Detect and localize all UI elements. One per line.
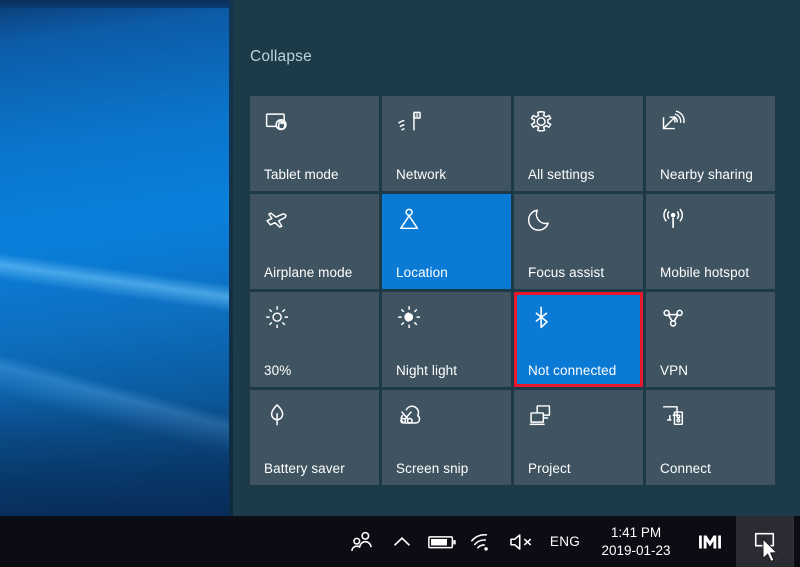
quick-action-tile-tablet-mode[interactable]: Tablet mode: [250, 96, 379, 191]
tile-label: Network: [396, 167, 447, 182]
quick-action-tile-screen-snip[interactable]: Screen snip: [382, 390, 511, 485]
tile-label: Connect: [660, 461, 711, 476]
people-icon[interactable]: [342, 516, 382, 567]
quick-action-tile-mobile-hotspot[interactable]: Mobile hotspot: [646, 194, 775, 289]
quick-action-tile-project[interactable]: Project: [514, 390, 643, 485]
tile-label: Tablet mode: [264, 167, 339, 182]
location-icon: [396, 206, 424, 234]
quick-action-tile-brightness[interactable]: 30%: [250, 292, 379, 387]
moon-icon: [528, 206, 556, 234]
tile-label: Not connected: [528, 363, 617, 378]
quick-action-tile-all-settings[interactable]: All settings: [514, 96, 643, 191]
collapse-button[interactable]: Collapse: [250, 48, 312, 66]
quick-action-tile-vpn[interactable]: VPN: [646, 292, 775, 387]
chevron-up-icon[interactable]: [382, 516, 422, 567]
quick-action-tile-airplane-mode[interactable]: Airplane mode: [250, 194, 379, 289]
quick-action-tile-grid: Tablet mode Network All settings Nearby …: [250, 96, 783, 485]
bluetooth-icon: [528, 304, 556, 332]
screen-snip-icon: [396, 402, 424, 430]
battery-icon[interactable]: [422, 516, 462, 567]
wallpaper-bottom-shade: [0, 396, 233, 516]
action-center-button[interactable]: [736, 516, 793, 567]
tile-label: Location: [396, 265, 448, 280]
tile-label: VPN: [660, 363, 689, 378]
tablet-mode-icon: [264, 108, 292, 136]
clock-date: 2019-01-23: [601, 542, 671, 558]
nearby-sharing-icon: [660, 108, 688, 136]
wallpaper-top-band: [0, 0, 233, 8]
speaker-muted-icon[interactable]: [502, 516, 542, 567]
quick-action-tile-location[interactable]: Location: [382, 194, 511, 289]
language-indicator[interactable]: ENG: [542, 516, 588, 567]
hotspot-icon: [660, 206, 688, 234]
quick-action-tile-night-light[interactable]: Night light: [382, 292, 511, 387]
quick-action-tile-connect[interactable]: Connect: [646, 390, 775, 485]
quick-action-tile-battery-saver[interactable]: Battery saver: [250, 390, 379, 485]
tile-label: Battery saver: [264, 461, 345, 476]
tile-label: Focus assist: [528, 265, 605, 280]
vpn-icon: [660, 304, 688, 332]
connect-icon: [660, 402, 688, 430]
tile-label: Airplane mode: [264, 265, 353, 280]
night-light-icon: [396, 304, 424, 332]
network-icon: [396, 108, 424, 136]
project-icon: [528, 402, 556, 430]
tile-label: Nearby sharing: [660, 167, 753, 182]
leaf-icon: [264, 402, 292, 430]
tile-label: Project: [528, 461, 571, 476]
clock[interactable]: 1:41 PM 2019-01-23: [588, 516, 684, 567]
quick-action-tile-nearby-sharing[interactable]: Nearby sharing: [646, 96, 775, 191]
screen: Collapse Tablet mode Network All setting…: [0, 0, 800, 567]
m-logo-icon[interactable]: [684, 516, 736, 567]
wifi-icon[interactable]: [462, 516, 502, 567]
taskbar-empty-area[interactable]: [0, 516, 342, 567]
quick-action-tile-focus-assist[interactable]: Focus assist: [514, 194, 643, 289]
clock-time: 1:41 PM: [610, 525, 662, 541]
tile-label: Screen snip: [396, 461, 469, 476]
taskbar: ENG 1:41 PM 2019-01-23: [0, 516, 800, 567]
quick-action-tile-network[interactable]: Network: [382, 96, 511, 191]
quick-action-tile-bluetooth[interactable]: Not connected: [514, 292, 643, 387]
brightness-icon: [264, 304, 292, 332]
tile-label: All settings: [528, 167, 595, 182]
action-center-panel: Collapse Tablet mode Network All setting…: [233, 0, 800, 516]
desktop-wallpaper[interactable]: [0, 0, 233, 516]
taskbar-show-desktop-button[interactable]: [793, 516, 800, 567]
tile-label: Mobile hotspot: [660, 265, 750, 280]
settings-gear-icon: [528, 108, 556, 136]
tile-label: 30%: [264, 363, 292, 378]
tile-label: Night light: [396, 363, 458, 378]
airplane-icon: [264, 206, 292, 234]
